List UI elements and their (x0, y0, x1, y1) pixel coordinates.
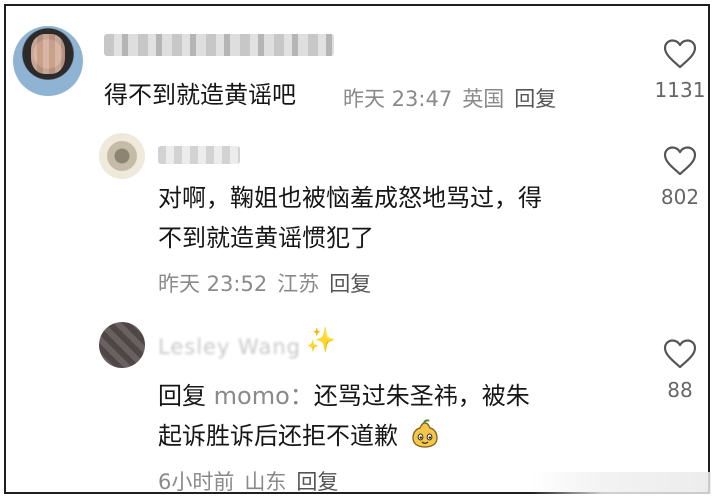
comment-meta: 昨天 23:47 英国 回复 (343, 83, 566, 113)
pear-emoji-icon (411, 419, 438, 448)
comment-line-text: 还骂过朱圣祎，被朱 (313, 382, 530, 410)
username[interactable]: Lesley Wang (158, 336, 306, 358)
comment-line-text: 起诉胜诉后还拒不道歉 (158, 422, 398, 450)
like-count: 88 (667, 378, 693, 402)
like-button[interactable]: 88 (650, 338, 710, 402)
comment-text: 得不到就造黄谣吧 (104, 75, 296, 115)
reply-button[interactable]: 回复 (329, 272, 371, 296)
comment-line: 起诉胜诉后还拒不道歉 (158, 416, 530, 456)
like-button[interactable]: 802 (650, 145, 710, 209)
reply-button[interactable]: 回复 (514, 87, 556, 111)
location: 江苏 (277, 272, 320, 296)
username-blurred[interactable] (158, 146, 240, 164)
avatar[interactable] (99, 133, 145, 179)
comment-meta: 6小时前 山东 回复 (158, 466, 348, 496)
avatar[interactable] (99, 322, 145, 368)
heart-outline-icon (663, 339, 697, 369)
like-count: 1131 (654, 78, 706, 102)
sparkles-icon: ✨ (306, 326, 336, 354)
like-button[interactable]: 1131 (650, 38, 710, 102)
location: 英国 (462, 87, 505, 111)
comment-line: 回复 momo：还骂过朱圣祎，被朱 (158, 376, 530, 416)
reply-target-user[interactable]: momo： (214, 382, 314, 410)
comment-line: 对啊，鞠姐也被恼羞成怒地骂过，得 (158, 184, 542, 212)
comment-text: 回复 momo：还骂过朱圣祎，被朱 起诉胜诉后还拒不道歉 (158, 376, 530, 456)
comment-meta: 昨天 23:52 江苏 回复 (158, 268, 381, 298)
comment-text: 对啊，鞠姐也被恼羞成怒地骂过，得 不到就造黄谣惯犯了 (158, 178, 542, 258)
timestamp: 6小时前 (158, 470, 235, 494)
timestamp: 昨天 23:52 (158, 272, 268, 296)
watermark (531, 472, 711, 494)
reply-button[interactable]: 回复 (296, 470, 338, 494)
avatar[interactable] (13, 26, 83, 96)
like-count: 802 (660, 185, 700, 209)
comment-line: 得不到就造黄谣吧 (104, 81, 296, 109)
username-blurred[interactable] (104, 34, 334, 56)
heart-outline-icon (663, 146, 697, 176)
comment-line: 不到就造黄谣惯犯了 (158, 224, 374, 252)
location: 山东 (244, 470, 287, 494)
heart-outline-icon (663, 39, 697, 69)
timestamp: 昨天 23:47 (343, 87, 453, 111)
reply-prefix: 回复 (158, 382, 206, 410)
